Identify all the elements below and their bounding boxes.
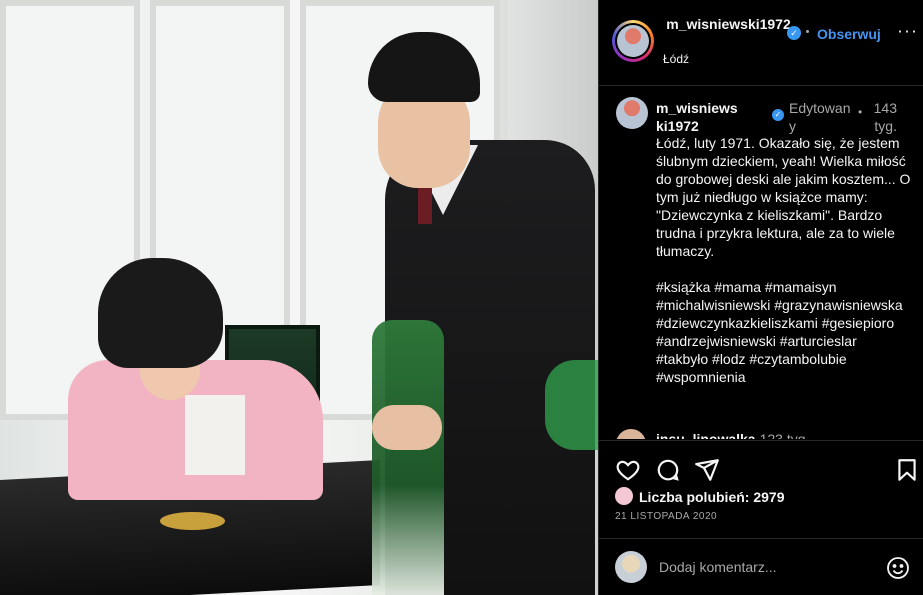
hashtag-line[interactable]: #dziewczynkazkieliszkami #gesiepioro — [656, 314, 918, 332]
likes-text[interactable]: Liczba polubień: 2979 — [639, 489, 784, 505]
caption-time[interactable]: 143 tyg. — [867, 99, 897, 135]
caption-text: Łódź, luty 1971. Okazało się, że jestem … — [656, 135, 911, 259]
likes-count[interactable]: Liczba polubień: 2979 — [615, 487, 784, 509]
comment-time: 123 tyg. — [759, 431, 810, 439]
comment-header: insu_linowalka 123 tyg. — [656, 431, 809, 439]
hashtag-line[interactable]: #wspomnienia — [656, 368, 918, 386]
caption-username[interactable]: m_wisniewski1972 — [656, 99, 744, 135]
bookmark-icon[interactable] — [894, 457, 920, 483]
post-date[interactable]: 21 LISTOPADA 2020 — [615, 511, 717, 522]
man-tie — [418, 188, 432, 224]
woman-collar — [185, 395, 245, 475]
post-side-panel: m_wisniewski1972 ✓ Obserwuj ··· Łódź m_w… — [598, 0, 923, 595]
flower-bouquet — [372, 320, 444, 595]
comment-input[interactable] — [659, 556, 879, 578]
verified-badge-icon: ✓ — [772, 109, 784, 121]
caption-hashtags: #książka #mama #mamaisyn #michalwisniews… — [656, 278, 918, 386]
verified-badge-icon: ✓ — [787, 26, 801, 40]
location-link[interactable]: Łódź — [663, 52, 689, 66]
hashtag-line[interactable]: #andrzejwisniewski #arturcieslar — [656, 332, 918, 350]
comment-avatar[interactable] — [616, 429, 646, 439]
caption-avatar[interactable] — [616, 97, 648, 129]
caption-section[interactable]: m_wisniewski1972 ✓ Edytowany • 143 tyg. … — [599, 87, 923, 439]
woman-hair — [98, 258, 223, 368]
current-user-avatar — [615, 551, 647, 583]
follow-button[interactable]: Obserwuj — [817, 26, 881, 42]
send-icon[interactable] — [694, 457, 720, 483]
heart-icon[interactable] — [615, 457, 641, 483]
hashtag-line[interactable]: #michalwisniewski #grazynawisniewska — [656, 296, 918, 314]
post-photo[interactable] — [0, 0, 598, 595]
emoji-icon[interactable] — [886, 556, 910, 580]
liker-avatar — [615, 487, 633, 506]
avatar[interactable] — [617, 25, 649, 57]
hashtag-line[interactable]: #książka #mama #mamaisyn — [656, 278, 918, 296]
separator-dot — [806, 30, 809, 33]
separator-dot: • — [858, 105, 863, 119]
comment-icon[interactable] — [655, 457, 681, 483]
edited-label: Edytowany — [789, 100, 851, 134]
hashtag-line[interactable]: #takbyło #lodz #czytambolubie — [656, 350, 918, 368]
post-header: m_wisniewski1972 ✓ Obserwuj ··· Łódź — [599, 0, 923, 86]
header-username[interactable]: m_wisniewski1972 — [666, 15, 791, 33]
comment-username[interactable]: insu_linowalka — [656, 431, 756, 439]
bowl — [160, 512, 225, 530]
plant — [545, 360, 598, 450]
add-comment-bar — [599, 538, 923, 595]
man-hand — [372, 405, 442, 450]
more-options-icon[interactable]: ··· — [897, 21, 918, 42]
comment-item[interactable]: insu_linowalka 123 tyg. — [616, 429, 916, 439]
